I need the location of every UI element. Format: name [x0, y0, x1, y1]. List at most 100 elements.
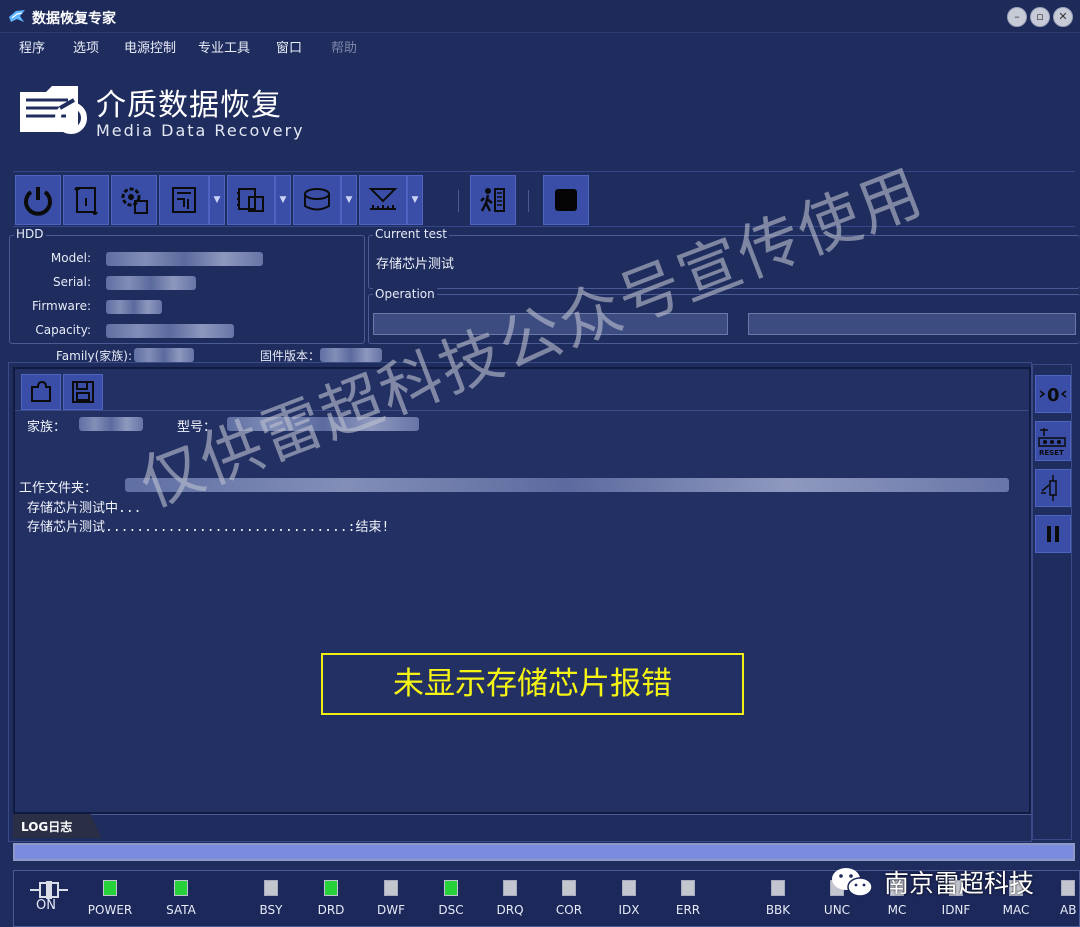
- log-toolbar: [15, 369, 1029, 411]
- pause-icon: [1047, 526, 1059, 542]
- board-button[interactable]: [159, 175, 209, 225]
- led-label-mac: MAC: [1002, 903, 1030, 917]
- led-label-power: POWER: [87, 903, 133, 917]
- error-banner: 未显示存储芯片报错: [321, 653, 744, 715]
- wechat-account-text: 南京雷超科技: [884, 869, 1035, 898]
- led-cor: [562, 880, 576, 896]
- led-drq: [503, 880, 517, 896]
- toolbar-separator-2: [528, 190, 529, 212]
- led-label-bbk: BBK: [765, 903, 791, 917]
- serial-value-redacted: [106, 276, 196, 290]
- puzzle-icon: [31, 380, 51, 402]
- power-icon: [24, 187, 52, 216]
- led-label-dsc: DSC: [438, 903, 464, 917]
- scroll-icon: [74, 187, 98, 215]
- led-drd: [324, 880, 338, 896]
- power-button[interactable]: [15, 175, 61, 225]
- log-model-label: 型号：: [177, 420, 217, 435]
- log-save-button[interactable]: [63, 374, 103, 410]
- settings-chip-button[interactable]: [111, 175, 157, 225]
- led-label-bsy: BSY: [259, 903, 283, 917]
- led-ab: [1061, 880, 1075, 896]
- app-bird-icon: [9, 10, 25, 22]
- connector-icon: [30, 881, 68, 899]
- led-label-drq: DRQ: [496, 903, 524, 917]
- right-sidebar: 0 RESET: [1032, 364, 1072, 840]
- save-disk-icon: [72, 381, 94, 403]
- model-value-redacted: [106, 252, 263, 266]
- on-label: ON: [36, 898, 56, 913]
- toolbar-separator: [458, 190, 459, 212]
- ruler-dropdown[interactable]: ▼: [407, 175, 423, 225]
- logo-subtitle: Media Data Recovery: [96, 121, 305, 140]
- minimize-button[interactable]: –: [1007, 7, 1027, 27]
- operation-progress-1: [373, 313, 728, 335]
- menu-window[interactable]: 窗口: [276, 34, 302, 59]
- log-workdir-redacted: [125, 478, 1009, 492]
- firmware-value-redacted: [106, 300, 162, 314]
- led-label-sata: SATA: [166, 903, 196, 917]
- tab-log[interactable]: LOG日志: [13, 814, 101, 838]
- led-bbk: [771, 880, 785, 896]
- menu-program[interactable]: 程序: [19, 34, 45, 59]
- stop-icon: [555, 189, 577, 211]
- current-test-title: Current test: [373, 227, 449, 241]
- log-open-button[interactable]: [21, 374, 61, 410]
- menu-bar: 程序 选项 电源控制 专业工具 窗口 帮助: [0, 34, 1080, 58]
- hdd-title: HDD: [14, 227, 46, 241]
- chip-dropdown[interactable]: ▼: [275, 175, 291, 225]
- disk-button[interactable]: [293, 175, 341, 225]
- title-bar: 数据恢复专家 – ▫ ✕: [0, 0, 1080, 33]
- logo-icon: [20, 86, 87, 134]
- board-icon: [172, 187, 196, 213]
- stop-button[interactable]: [543, 175, 589, 225]
- reset-icon: RESET: [1038, 428, 1066, 457]
- led-label-cor: COR: [555, 903, 583, 917]
- log-model-redacted: [227, 417, 419, 431]
- pause-button[interactable]: [1035, 515, 1071, 553]
- current-test-value: 存储芯片测试: [376, 257, 455, 272]
- log-workdir-label: 工作文件夹：: [19, 481, 98, 496]
- log-tab-strip: [13, 814, 1031, 838]
- run-icon: [480, 188, 505, 212]
- maximize-button[interactable]: ▫: [1030, 7, 1050, 27]
- menu-pro-tools[interactable]: 专业工具: [198, 34, 250, 59]
- led-dwf: [384, 880, 398, 896]
- led-label-idnf: IDNF: [941, 903, 971, 917]
- svg-text:0: 0: [1047, 385, 1060, 406]
- disk-dropdown[interactable]: ▼: [341, 175, 357, 225]
- capacity-value-redacted: [106, 324, 234, 338]
- logo-title: 介质数据恢复: [96, 88, 282, 123]
- ruler-button[interactable]: [359, 175, 407, 225]
- operation-title: Operation: [373, 287, 437, 301]
- reset-button[interactable]: RESET: [1035, 421, 1071, 461]
- board-dropdown[interactable]: ▼: [209, 175, 225, 225]
- led-label-mc: MC: [887, 903, 907, 917]
- log-scroll-button[interactable]: [63, 175, 109, 225]
- main-progress-bar: [13, 843, 1075, 861]
- run-button[interactable]: [470, 175, 516, 225]
- led-label-err: ERR: [675, 903, 701, 917]
- main-toolbar: ▼ ▼ ▼ ▼: [13, 171, 1075, 227]
- window-title: 数据恢复专家: [32, 11, 116, 27]
- power-switch-button[interactable]: [1035, 469, 1071, 507]
- log-line-done: 存储芯片测试...............................:结束…: [27, 520, 390, 535]
- menu-power-control[interactable]: 电源控制: [124, 34, 176, 59]
- close-button[interactable]: ✕: [1053, 7, 1073, 27]
- menu-help[interactable]: 帮助: [331, 34, 357, 59]
- zero-icon: 0: [1039, 385, 1067, 406]
- led-label-unc: UNC: [823, 903, 851, 917]
- log-panel: 家族： 型号： 工作文件夹： 存储芯片测试中... 存储芯片测试........…: [13, 367, 1031, 814]
- led-label-ab: AB: [1060, 903, 1077, 917]
- progress-fill: [15, 845, 1073, 859]
- log-family-redacted: [79, 417, 143, 431]
- led-err: [681, 880, 695, 896]
- led-bsy: [264, 880, 278, 896]
- ruler-icon: [368, 188, 398, 210]
- zero-button[interactable]: 0: [1035, 375, 1071, 413]
- led-idx: [622, 880, 636, 896]
- menu-options[interactable]: 选项: [73, 34, 99, 59]
- led-label-drd: DRD: [317, 903, 345, 917]
- chip-button[interactable]: [227, 175, 275, 225]
- chip-icon: [237, 188, 264, 212]
